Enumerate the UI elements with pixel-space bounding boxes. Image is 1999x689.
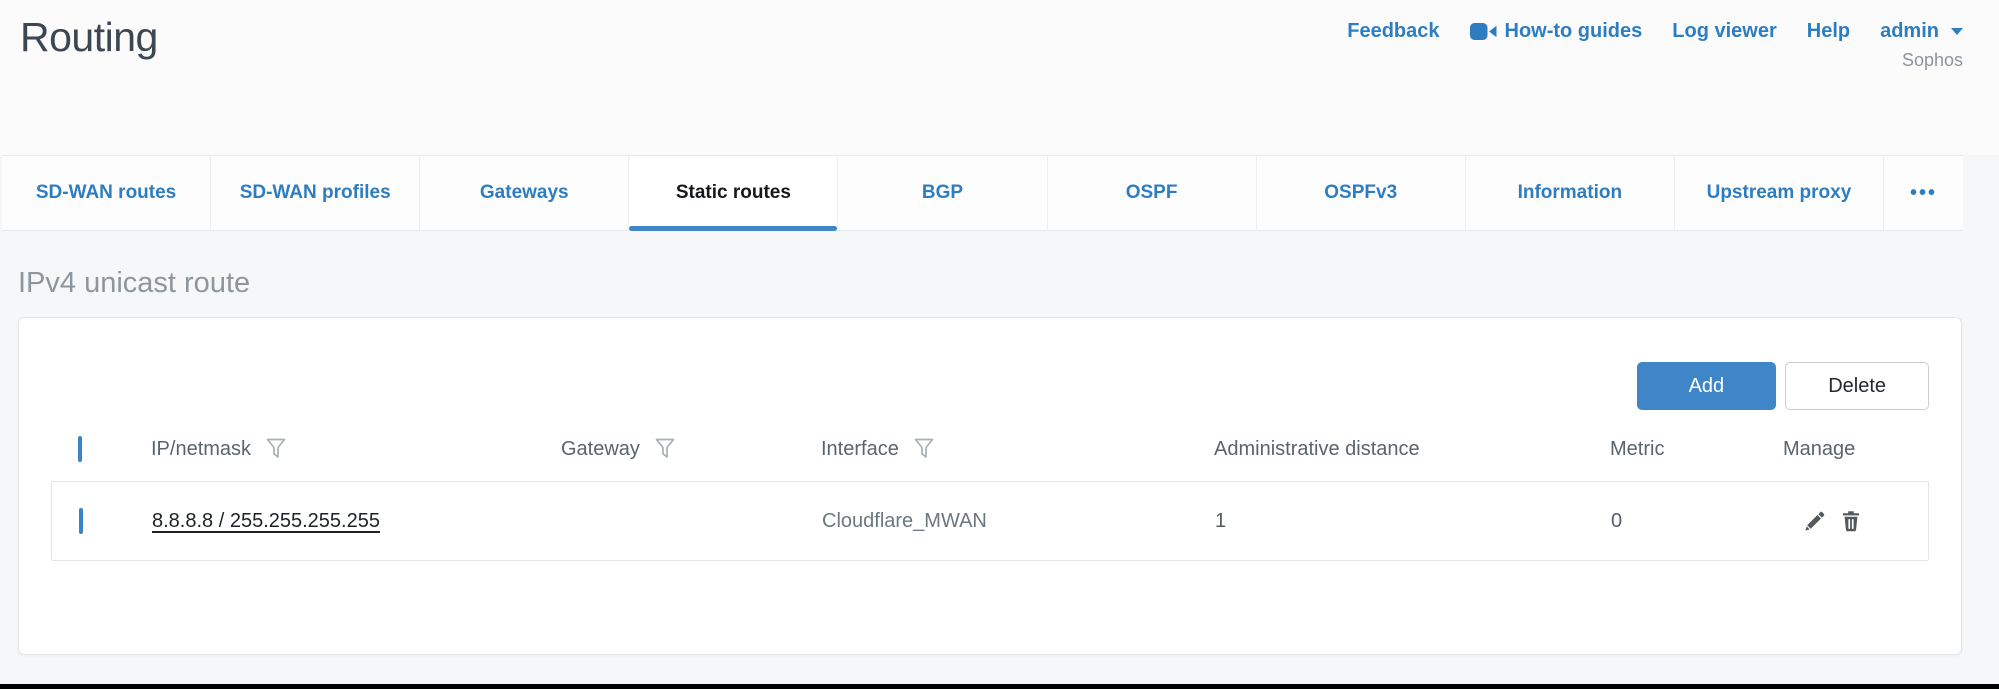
help-label: Help	[1807, 20, 1850, 43]
admin-distance-cell: 1	[1215, 510, 1611, 533]
main-content: IPv4 unicast route Add Delete IP/netmask…	[0, 267, 1999, 655]
section-title: IPv4 unicast route	[18, 267, 1962, 300]
tab-label: Information	[1518, 182, 1623, 204]
table-row: 8.8.8.8 / 255.255.255.255 Cloudflare_MWA…	[51, 481, 1929, 561]
col-manage: Manage	[1783, 438, 1855, 461]
how-to-guides-label: How-to guides	[1505, 20, 1643, 43]
tab-upstream-proxy[interactable]: Upstream proxy	[1674, 156, 1883, 230]
tab-label: SD-WAN profiles	[240, 182, 391, 204]
help-link[interactable]: Help	[1807, 20, 1850, 43]
caret-down-icon	[1951, 28, 1963, 35]
delete-icon[interactable]	[1841, 510, 1861, 532]
tab-gateways[interactable]: Gateways	[419, 156, 628, 230]
ellipsis-icon: •••	[1910, 182, 1937, 205]
tab-label: Upstream proxy	[1707, 182, 1852, 204]
filter-icon[interactable]	[266, 438, 286, 460]
route-link[interactable]: 8.8.8.8 / 255.255.255.255	[152, 510, 380, 532]
window-bottom-edge	[0, 684, 1999, 689]
video-camera-icon	[1470, 22, 1497, 41]
col-interface: Interface	[821, 438, 899, 461]
page-title: Routing	[20, 14, 158, 61]
how-to-guides-link[interactable]: How-to guides	[1470, 20, 1643, 43]
tab-static-routes[interactable]: Static routes	[628, 156, 837, 230]
tab-ospf[interactable]: OSPF	[1047, 156, 1256, 230]
col-gateway: Gateway	[561, 438, 640, 461]
col-admin-distance: Administrative distance	[1214, 438, 1420, 461]
more-tabs-button[interactable]: •••	[1883, 156, 1963, 230]
tab-label: Static routes	[676, 182, 791, 204]
col-ip-netmask: IP/netmask	[151, 438, 251, 461]
page-header: Routing Feedback How-to guides Log viewe…	[0, 0, 1999, 155]
tab-information[interactable]: Information	[1465, 156, 1674, 230]
manage-cell	[1784, 510, 1928, 532]
metric-cell: 0	[1611, 510, 1784, 533]
tab-label: BGP	[922, 182, 963, 204]
feedback-link[interactable]: Feedback	[1347, 20, 1439, 43]
select-all-checkbox[interactable]	[78, 436, 82, 462]
tab-label: OSPF	[1126, 182, 1178, 204]
admin-menu[interactable]: admin	[1880, 20, 1963, 43]
filter-icon[interactable]	[914, 438, 934, 460]
col-metric: Metric	[1610, 438, 1664, 461]
tab-label: SD-WAN routes	[36, 182, 176, 204]
log-viewer-label: Log viewer	[1672, 20, 1776, 43]
tab-label: OSPFv3	[1324, 182, 1397, 204]
log-viewer-link[interactable]: Log viewer	[1672, 20, 1776, 43]
table-header-row: IP/netmask Gateway Interface Administrat…	[51, 424, 1929, 474]
row-checkbox[interactable]	[79, 508, 83, 534]
delete-button[interactable]: Delete	[1785, 362, 1929, 410]
brand-label: Sophos	[1902, 50, 1963, 71]
routes-card: Add Delete IP/netmask Gateway Interface	[18, 317, 1962, 655]
tab-sd-wan-routes[interactable]: SD-WAN routes	[2, 156, 210, 230]
top-right-nav: Feedback How-to guides Log viewer Help a…	[1347, 14, 1963, 71]
table-toolbar: Add Delete	[51, 318, 1929, 410]
admin-menu-label: admin	[1880, 20, 1939, 43]
tab-label: Gateways	[480, 182, 569, 204]
interface-cell: Cloudflare_MWAN	[822, 510, 1215, 533]
add-button[interactable]: Add	[1637, 362, 1777, 410]
tab-bgp[interactable]: BGP	[837, 156, 1046, 230]
edit-icon[interactable]	[1804, 510, 1826, 532]
tab-ospfv3[interactable]: OSPFv3	[1256, 156, 1465, 230]
tab-sd-wan-profiles[interactable]: SD-WAN profiles	[210, 156, 419, 230]
filter-icon[interactable]	[655, 438, 675, 460]
routing-tabbar: SD-WAN routes SD-WAN profiles Gateways S…	[2, 155, 1963, 231]
top-links: Feedback How-to guides Log viewer Help a…	[1347, 20, 1963, 43]
feedback-link-label: Feedback	[1347, 20, 1439, 43]
